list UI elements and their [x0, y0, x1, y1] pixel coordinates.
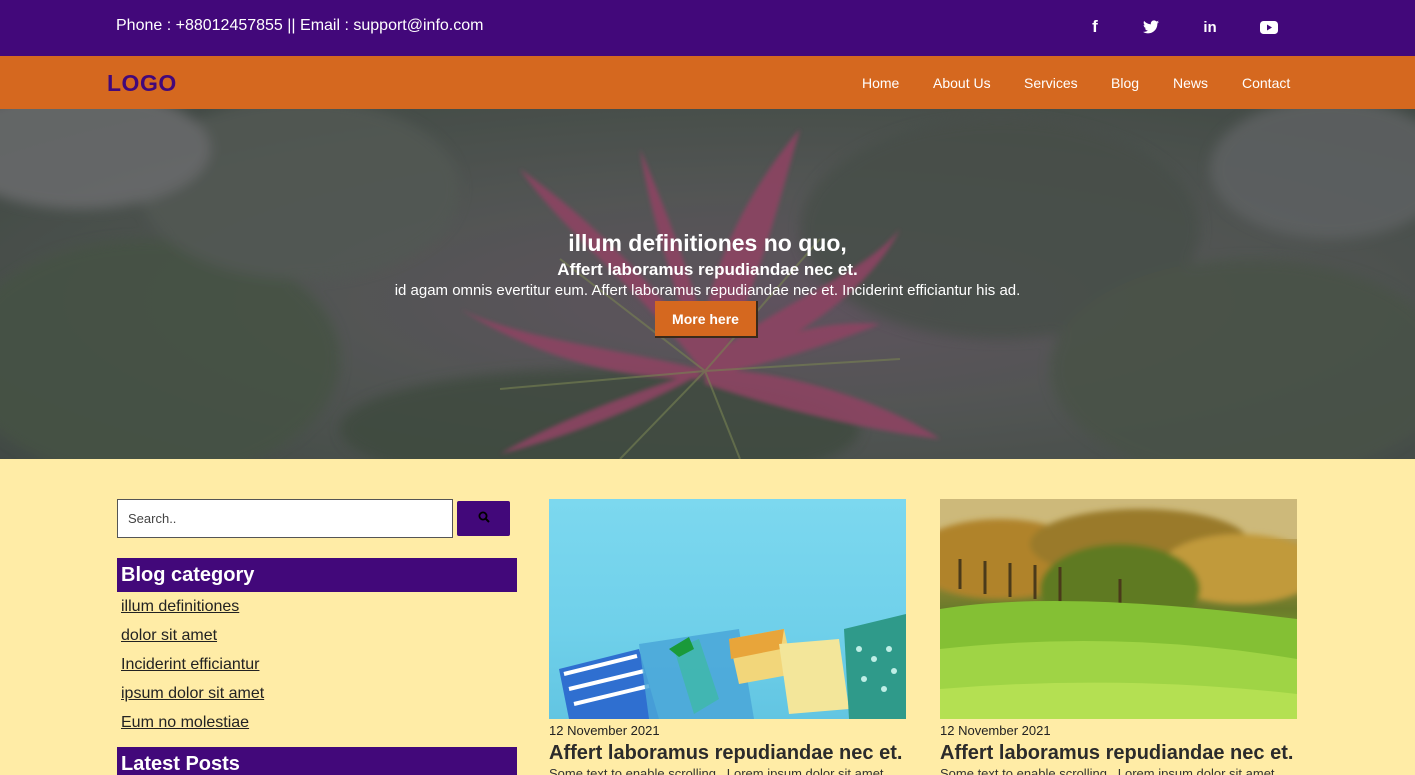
linkedin-icon[interactable]: in [1198, 17, 1222, 37]
hero-subtitle: Affert laboramus repudiandae nec et. [557, 260, 858, 279]
category-link[interactable]: illum definitiones [121, 598, 239, 616]
post-title[interactable]: Affert laboramus repudiandae nec et. [940, 742, 1293, 765]
category-link[interactable]: dolor sit amet [121, 627, 217, 645]
category-link[interactable]: Eum no molestiae [121, 714, 249, 732]
post-date: 12 November 2021 [549, 723, 660, 738]
post-thumbnail[interactable] [549, 499, 906, 719]
search-button[interactable] [457, 501, 510, 536]
search-input[interactable] [117, 499, 453, 538]
nav-link-contact[interactable]: Contact [1242, 75, 1290, 91]
contact-info: Phone : +88012457855 || Email : support@… [116, 17, 484, 34]
post-title[interactable]: Affert laboramus repudiandae nec et. [549, 742, 902, 765]
post-excerpt: Some text to enable scrolling.. Lorem ip… [549, 766, 884, 775]
category-link[interactable]: ipsum dolor sit amet [121, 685, 264, 703]
hero-banner: illum definitiones no quo, Affert labora… [0, 109, 1415, 459]
blog-category-heading: Blog category [117, 558, 517, 592]
main-navbar: LOGO Home About Us Services Blog News Co… [0, 56, 1415, 109]
nav-link-news[interactable]: News [1173, 75, 1208, 91]
hero-title: illum definitiones no quo, [568, 230, 847, 256]
nav-link-home[interactable]: Home [862, 75, 899, 91]
category-link[interactable]: Inciderint efficiantur [121, 656, 259, 674]
nav-link-blog[interactable]: Blog [1111, 75, 1139, 91]
site-logo[interactable]: LOGO [107, 70, 177, 97]
post-date: 12 November 2021 [940, 723, 1051, 738]
facebook-icon[interactable]: f [1083, 17, 1107, 37]
nav-link-services[interactable]: Services [1024, 75, 1078, 91]
youtube-icon[interactable] [1257, 17, 1281, 37]
latest-posts-heading: Latest Posts [117, 747, 517, 775]
hero-description: id agam omnis evertitur eum. Affert labo… [394, 282, 1021, 299]
twitter-icon[interactable] [1139, 17, 1163, 37]
nav-link-about-us[interactable]: About Us [933, 75, 991, 91]
post-thumbnail[interactable] [940, 499, 1297, 719]
more-here-button[interactable]: More here [655, 301, 758, 338]
search-icon [478, 511, 490, 526]
top-bar: Phone : +88012457855 || Email : support@… [0, 0, 1415, 56]
post-excerpt: Some text to enable scrolling.. Lorem ip… [940, 766, 1275, 775]
